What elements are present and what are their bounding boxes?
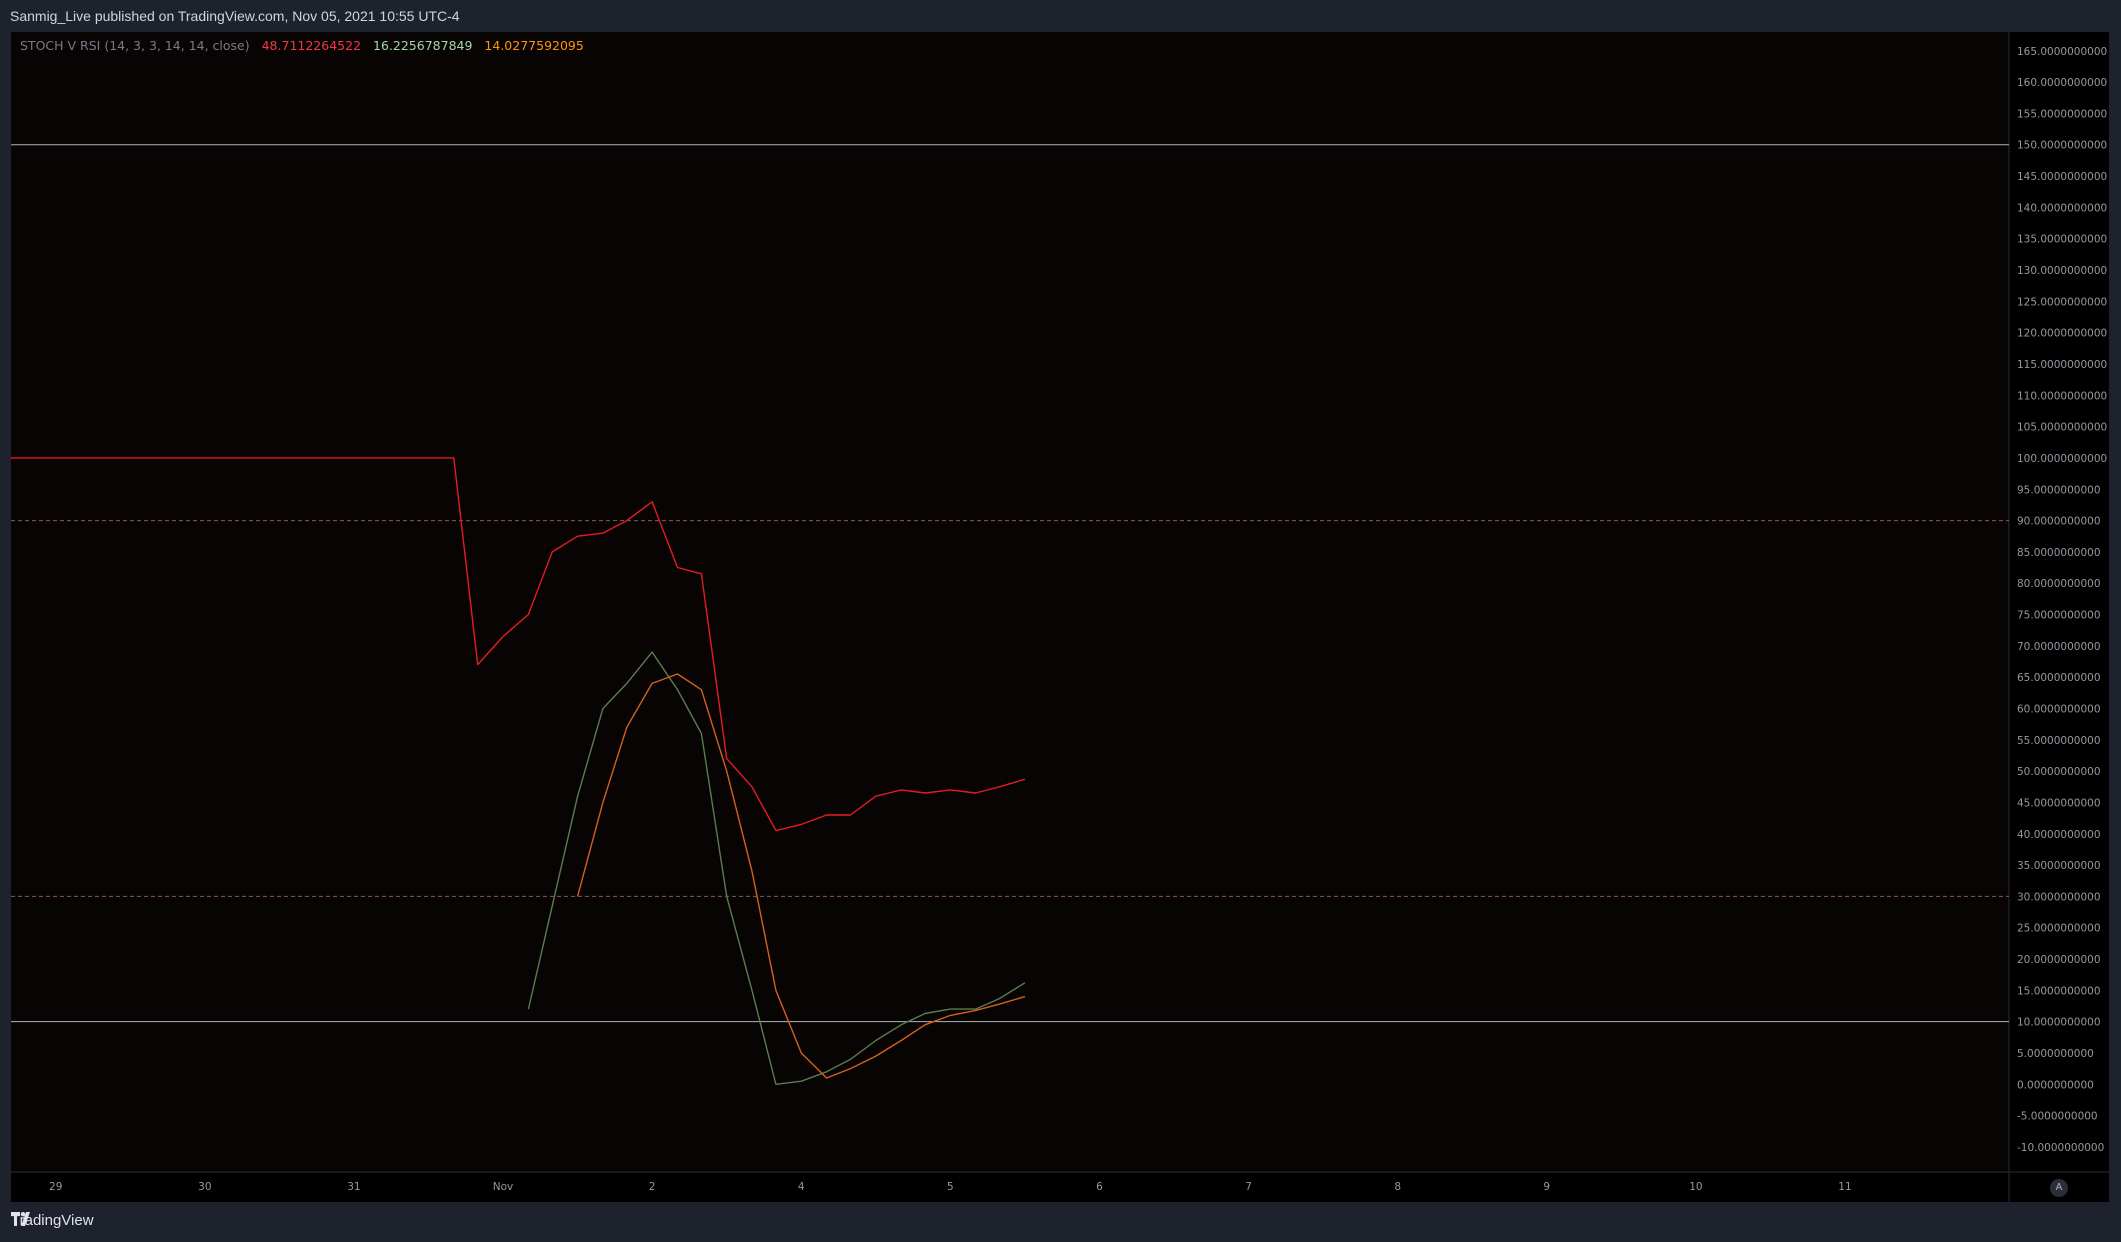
y-tick-label: 135.0000000000 <box>2017 234 2107 246</box>
y-tick-label: 30.0000000000 <box>2017 891 2101 903</box>
legend-value-k: 48.7112264522 <box>261 38 362 53</box>
publish-header: Sanmig_Live published on TradingView.com… <box>0 0 2121 32</box>
y-tick-label: 40.0000000000 <box>2017 829 2101 841</box>
y-tick-label: 55.0000000000 <box>2017 735 2101 747</box>
y-tick-label: 95.0000000000 <box>2017 484 2101 496</box>
tradingview-brand[interactable]: TradingView <box>11 1212 94 1229</box>
x-tick-label: 2 <box>649 1181 656 1193</box>
y-tick-label: 5.0000000000 <box>2017 1048 2094 1060</box>
y-tick-label: 130.0000000000 <box>2017 265 2107 277</box>
y-tick-label: 120.0000000000 <box>2017 328 2107 340</box>
y-tick-label: 85.0000000000 <box>2017 547 2101 559</box>
legend-value-d: 16.2256787849 <box>373 38 473 53</box>
x-tick-label: 8 <box>1394 1181 1401 1193</box>
y-tick-label: 60.0000000000 <box>2017 703 2101 715</box>
y-tick-label: 80.0000000000 <box>2017 578 2101 590</box>
y-tick-label: 65.0000000000 <box>2017 672 2101 684</box>
stoch-rsi-chart[interactable]: 165.0000000000 160.0000000000 155.00000000… <box>11 32 2109 1202</box>
y-tick-label: -5.0000000000 <box>2017 1111 2098 1123</box>
y-tick-label: 160.0000000000 <box>2017 77 2107 89</box>
y-tick-label: 15.0000000000 <box>2017 985 2101 997</box>
x-tick-label: 10 <box>1689 1181 1702 1193</box>
x-tick-label: 6 <box>1096 1181 1103 1193</box>
y-tick-label: 45.0000000000 <box>2017 797 2101 809</box>
y-tick-label: 90.0000000000 <box>2017 516 2101 528</box>
y-tick-label: 140.0000000000 <box>2017 202 2107 214</box>
legend-value-signal: 14.0277592095 <box>484 38 584 53</box>
indicator-label: STOCH V RSI (14, 3, 3, 14, 14, close) <box>20 38 250 53</box>
y-tick-label: 105.0000000000 <box>2017 422 2107 434</box>
x-tick-label: 30 <box>198 1181 211 1193</box>
y-tick-label: 150.0000000000 <box>2017 140 2107 152</box>
x-tick-label: 9 <box>1543 1181 1550 1193</box>
y-tick-label: 20.0000000000 <box>2017 954 2101 966</box>
x-tick-label: 5 <box>947 1181 954 1193</box>
tradingview-logo-icon <box>11 1212 30 1226</box>
y-tick-label: -10.0000000000 <box>2017 1142 2104 1154</box>
y-tick-label: 110.0000000000 <box>2017 390 2107 402</box>
y-tick-label: 70.0000000000 <box>2017 641 2101 653</box>
x-tick-label: 4 <box>798 1181 805 1193</box>
y-tick-label: 165.0000000000 <box>2017 46 2107 58</box>
x-tick-label: Nov <box>493 1181 514 1193</box>
y-tick-label: 25.0000000000 <box>2017 923 2101 935</box>
y-tick-label: 10.0000000000 <box>2017 1017 2101 1029</box>
indicator-legend[interactable]: STOCH V RSI (14, 3, 3, 14, 14, close) 48… <box>20 38 592 53</box>
y-tick-label: 75.0000000000 <box>2017 610 2101 622</box>
y-tick-label: 35.0000000000 <box>2017 860 2101 872</box>
y-tick-label: 0.0000000000 <box>2017 1079 2094 1091</box>
x-tick-label: 29 <box>49 1181 62 1193</box>
chart-area[interactable]: 165.0000000000 160.0000000000 155.00000000… <box>11 32 2109 1202</box>
y-tick-label: 125.0000000000 <box>2017 296 2107 308</box>
x-tick-label: 11 <box>1838 1181 1851 1193</box>
x-tick-label: 7 <box>1245 1181 1252 1193</box>
auto-scale-button[interactable]: A <box>2050 1179 2068 1197</box>
x-tick-label: 31 <box>347 1181 360 1193</box>
y-tick-label: 100.0000000000 <box>2017 453 2107 465</box>
footer-bar: TradingView <box>0 1202 2121 1242</box>
y-tick-label: 50.0000000000 <box>2017 766 2101 778</box>
y-tick-label: 115.0000000000 <box>2017 359 2107 371</box>
y-tick-label: 145.0000000000 <box>2017 171 2107 183</box>
y-tick-label: 155.0000000000 <box>2017 108 2107 120</box>
publish-text: Sanmig_Live published on TradingView.com… <box>10 8 460 24</box>
